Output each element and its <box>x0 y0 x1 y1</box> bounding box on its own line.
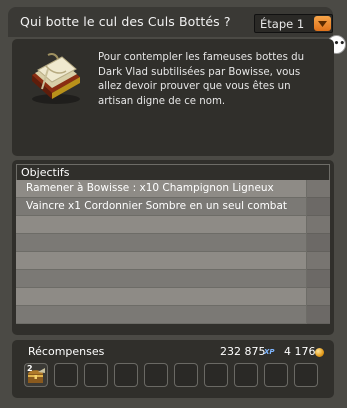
kama-coin-icon <box>315 348 324 357</box>
quest-title: Qui botte le cul des Culs Bottés ? <box>20 14 231 29</box>
reward-slot[interactable] <box>234 363 258 387</box>
objective-text: Vaincre x1 Cordonnier Sombre en un seul … <box>26 200 288 212</box>
empty-row <box>16 216 330 234</box>
rewards-label: Récompenses <box>28 345 105 358</box>
reward-slot[interactable] <box>144 363 168 387</box>
quest-book-icon <box>26 51 84 107</box>
objectives-title: Objectifs <box>21 166 70 179</box>
empty-row <box>16 252 330 270</box>
reward-slot[interactable] <box>294 363 318 387</box>
objectives-list: Ramener à Bowisse : x10 Champignon Ligne… <box>16 180 330 324</box>
chevron-down-icon[interactable] <box>314 16 331 31</box>
objective-text: Ramener à Bowisse : x10 Champignon Ligne… <box>26 182 274 194</box>
objectives-panel: Objectifs Ramener à Bowisse : x10 Champi… <box>12 160 334 335</box>
xp-icon: XP <box>264 348 275 356</box>
quest-description-panel: Pour contempler les fameuses bottes du D… <box>12 39 334 156</box>
reward-slot[interactable] <box>174 363 198 387</box>
step-dropdown-label: Étape 1 <box>260 17 305 31</box>
empty-row <box>16 306 330 324</box>
quest-description: Pour contempler les fameuses bottes du D… <box>98 52 305 107</box>
empty-row <box>16 288 330 306</box>
rewards-kamas-value: 4 176 <box>284 345 316 358</box>
reward-slot[interactable] <box>204 363 228 387</box>
objectives-scrollbar[interactable] <box>306 180 330 324</box>
reward-item-count: 2 <box>27 364 33 373</box>
reward-slot-item[interactable]: 2 <box>24 363 48 387</box>
rewards-xp-value: 232 875 <box>220 345 266 358</box>
rewards-panel: Récompenses 232 875 XP 4 176 2 <box>12 340 334 398</box>
empty-row <box>16 234 330 252</box>
reward-slot[interactable] <box>264 363 288 387</box>
reward-slot[interactable] <box>114 363 138 387</box>
objectives-header: Objectifs <box>16 164 330 180</box>
empty-row <box>16 270 330 288</box>
reward-slot[interactable] <box>54 363 78 387</box>
reward-slot[interactable] <box>84 363 108 387</box>
step-dropdown[interactable]: Étape 1 <box>254 14 333 33</box>
objective-row[interactable]: Vaincre x1 Cordonnier Sombre en un seul … <box>16 198 330 216</box>
objective-row[interactable]: Ramener à Bowisse : x10 Champignon Ligne… <box>16 180 330 198</box>
